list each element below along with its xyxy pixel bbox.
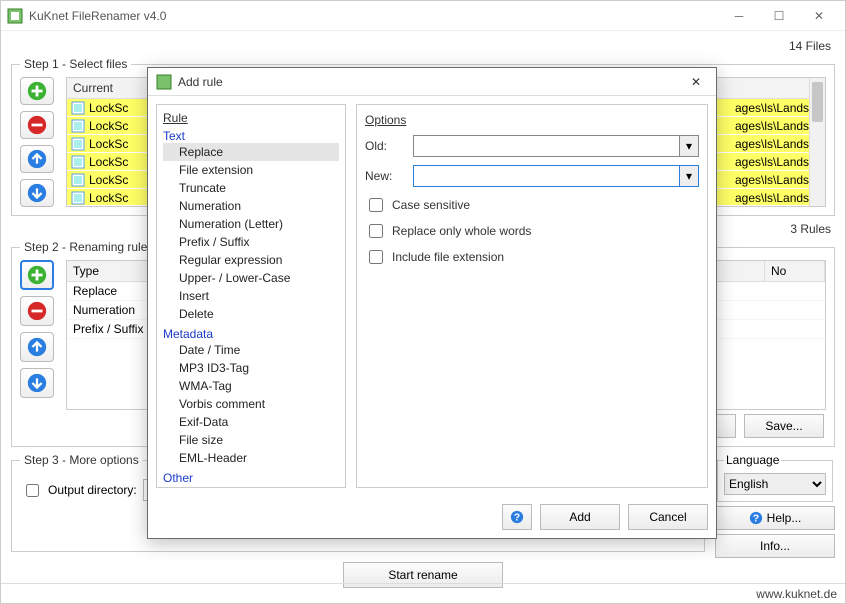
svg-text:?: ? <box>514 512 520 524</box>
add-files-button[interactable] <box>20 77 54 105</box>
rule-item[interactable]: Vorbis comment <box>163 395 339 413</box>
main-window: KuKnet FileRenamer v4.0 ─ ☐ ✕ 14 Files S… <box>0 0 846 604</box>
rule-panel-caption: Rule <box>163 111 339 125</box>
new-dropdown-button[interactable]: ▾ <box>679 165 699 187</box>
old-label: Old: <box>365 139 405 153</box>
rule-item[interactable]: Insert <box>163 287 339 305</box>
new-label: New: <box>365 169 405 183</box>
help-icon: ? <box>510 510 524 524</box>
close-button[interactable]: ✕ <box>799 2 839 30</box>
rule-item[interactable]: Numeration <box>163 197 339 215</box>
app-icon <box>7 8 23 24</box>
rule-item[interactable]: MP3 ID3-Tag <box>163 359 339 377</box>
step3-legend: Step 3 - More options <box>20 453 143 467</box>
move-up-rule-button[interactable] <box>20 332 54 362</box>
move-down-files-button[interactable] <box>20 179 54 207</box>
file-icon <box>71 137 85 151</box>
help-button[interactable]: ? Help... <box>715 506 835 530</box>
status-url: www.kuknet.de <box>756 587 837 601</box>
rule-count-label: 3 Rules <box>790 222 835 240</box>
whole-words-label: Replace only whole words <box>392 224 531 238</box>
language-legend: Language <box>724 453 781 467</box>
file-icon <box>71 119 85 133</box>
rule-category: Metadata <box>163 327 339 341</box>
rule-item[interactable]: Hash <box>163 485 339 488</box>
rule-tree-panel: Rule TextReplaceFile extensionTruncateNu… <box>156 104 346 488</box>
window-title: KuKnet FileRenamer v4.0 <box>29 9 719 23</box>
move-down-rule-button[interactable] <box>20 368 54 398</box>
file-grid-scrollbar[interactable] <box>809 78 825 206</box>
output-directory-checkbox[interactable] <box>26 484 39 497</box>
options-panel: Options Old: ▾ New: ▾ Case sensitive <box>356 104 708 488</box>
rule-item[interactable]: Exif-Data <box>163 413 339 431</box>
dialog-close-button[interactable]: ✕ <box>684 72 708 92</box>
dialog-help-button[interactable]: ? <box>502 504 532 530</box>
minimize-button[interactable]: ─ <box>719 2 759 30</box>
old-input[interactable] <box>413 135 679 157</box>
rule-item[interactable]: File extension <box>163 161 339 179</box>
titlebar: KuKnet FileRenamer v4.0 ─ ☐ ✕ <box>1 1 845 31</box>
rules-save-button[interactable]: Save... <box>744 414 824 438</box>
step2-buttons <box>20 260 60 410</box>
file-icon <box>71 191 85 205</box>
svg-text:?: ? <box>752 513 758 525</box>
rule-category: Other <box>163 471 339 485</box>
rule-item[interactable]: Regular expression <box>163 251 339 269</box>
file-icon <box>71 155 85 169</box>
rule-item[interactable]: EML-Header <box>163 449 339 467</box>
add-rule-button[interactable] <box>20 260 54 290</box>
add-rule-dialog: Add rule ✕ Rule TextReplaceFile extensio… <box>147 67 717 539</box>
dialog-title: Add rule <box>178 75 684 89</box>
help-icon: ? <box>749 511 763 525</box>
dialog-add-button[interactable]: Add <box>540 504 620 530</box>
dialog-icon <box>156 74 172 90</box>
info-button[interactable]: Info... <box>715 534 835 558</box>
rule-item[interactable]: Numeration (Letter) <box>163 215 339 233</box>
rule-item[interactable]: WMA-Tag <box>163 377 339 395</box>
new-input[interactable] <box>413 165 679 187</box>
rule-item[interactable]: Upper- / Lower-Case <box>163 269 339 287</box>
status-bar: www.kuknet.de <box>1 583 845 603</box>
dialog-titlebar: Add rule ✕ <box>148 68 716 96</box>
step2-legend: Step 2 - Renaming rules <box>20 240 157 254</box>
whole-words-checkbox[interactable] <box>369 224 383 238</box>
include-ext-label: Include file extension <box>392 250 504 264</box>
include-ext-checkbox[interactable] <box>369 250 383 264</box>
rule-item[interactable]: Date / Time <box>163 341 339 359</box>
rule-item[interactable]: Delete <box>163 305 339 323</box>
step1-buttons <box>20 77 60 207</box>
rule-col-no[interactable]: No <box>765 261 825 281</box>
language-select[interactable]: English <box>724 473 826 495</box>
file-count-label: 14 Files <box>789 39 835 57</box>
rule-item[interactable]: Replace <box>163 143 339 161</box>
side-box: Language English ? Help... Info... <box>715 453 835 558</box>
remove-rule-button[interactable] <box>20 296 54 326</box>
maximize-button[interactable]: ☐ <box>759 2 799 30</box>
file-icon <box>71 173 85 187</box>
step1-legend: Step 1 - Select files <box>20 57 131 71</box>
case-sensitive-label: Case sensitive <box>392 198 470 212</box>
language-fieldset: Language English <box>717 453 833 502</box>
rule-item[interactable]: Truncate <box>163 179 339 197</box>
case-sensitive-checkbox[interactable] <box>369 198 383 212</box>
rule-item[interactable]: File size <box>163 431 339 449</box>
file-icon <box>71 101 85 115</box>
remove-files-button[interactable] <box>20 111 54 139</box>
options-panel-caption: Options <box>365 113 699 127</box>
move-up-files-button[interactable] <box>20 145 54 173</box>
dialog-cancel-button[interactable]: Cancel <box>628 504 708 530</box>
rule-item[interactable]: Prefix / Suffix <box>163 233 339 251</box>
old-dropdown-button[interactable]: ▾ <box>679 135 699 157</box>
rule-category: Text <box>163 129 339 143</box>
output-directory-label: Output directory: <box>48 483 137 497</box>
